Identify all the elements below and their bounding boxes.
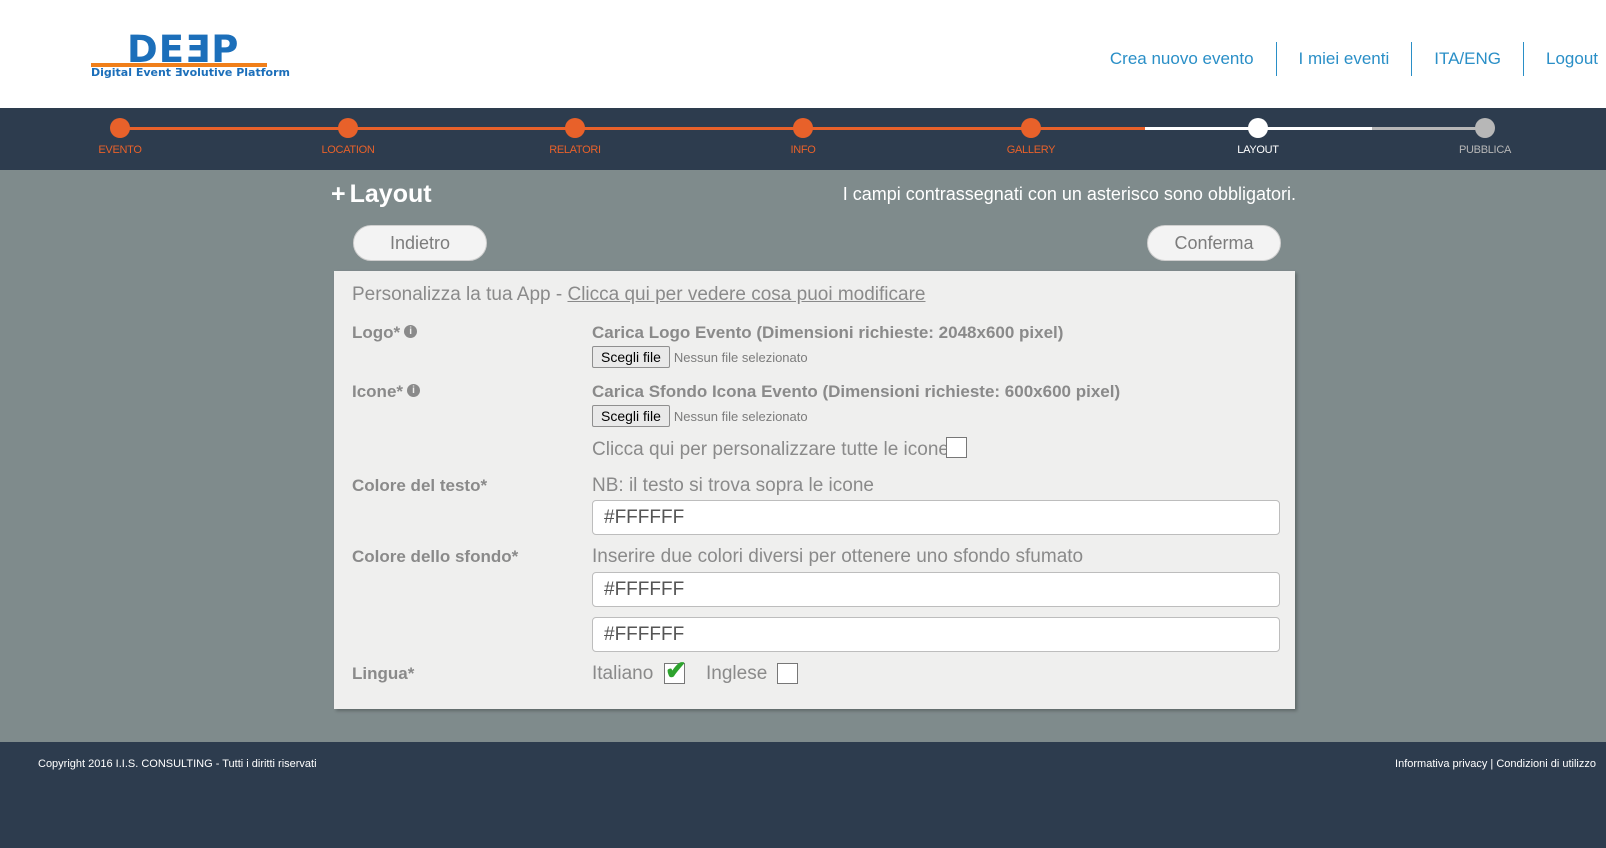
step-label: LOCATION [321,144,375,156]
top-nav: Crea nuovo evento I miei eventi ITA/ENG … [1088,42,1598,76]
confirm-button[interactable]: Conferma [1147,225,1281,261]
step-info[interactable]: INFO [743,108,863,156]
page-title-text: Layout [349,180,432,208]
nav-language-link[interactable]: ITA/ENG [1411,42,1523,76]
icons-upload-title: Carica Sfondo Icona Evento (Dimensioni r… [592,382,1121,401]
logo-label-text: Logo* [352,323,401,342]
expand-plus-icon: + [331,180,346,208]
step-label: GALLERY [1006,144,1056,156]
language-label: Lingua* [352,664,415,683]
nav-create-event-link[interactable]: Crea nuovo evento [1088,42,1276,76]
step-label: RELATORI [549,144,601,156]
nav-my-events-link[interactable]: I miei eventi [1275,42,1412,76]
bg-color-input-2[interactable] [592,617,1280,652]
required-fields-note: I campi contrassegnati con un asterisco … [842,184,1296,204]
step-label: LAYOUT [1237,144,1279,156]
footer: Copyright 2016 I.I.S. CONSULTING - Tutti… [0,742,1606,848]
logo-file-input: Scegli file Nessun file selezionato [592,346,808,368]
logo-tagline: Digital Event Ǝvolutive Platform [91,66,290,79]
logo-label: Logo* i [352,323,418,343]
terms-link[interactable]: Condizioni di utilizzo [1496,758,1596,770]
icons-file-status: Nessun file selezionato [673,408,808,424]
step-dot [793,118,813,138]
step-label: PUBBLICA [1458,144,1511,156]
info-icon[interactable]: i [404,325,418,339]
step-gallery[interactable]: GALLERY [971,108,1091,156]
form-intro: Personalizza la tua App - Clicca qui per… [352,284,925,306]
english-label: Inglese [706,663,768,684]
icons-label: Icone* i [352,382,421,402]
footer-links: Informativa privacy | Condizioni di util… [1395,758,1596,770]
text-color-input[interactable] [592,500,1280,535]
step-dot [1475,118,1495,138]
step-dot [338,118,358,138]
step-dot [565,118,585,138]
text-color-note: NB: il testo si trova sopra le icone [592,475,874,496]
icons-file-input: Scegli file Nessun file selezionato [592,405,808,427]
step-pubblica[interactable]: PUBBLICA [1425,108,1545,156]
step-location[interactable]: LOCATION [288,108,408,156]
footer-separator: | [1487,758,1497,770]
icons-label-text: Icone* [352,382,404,401]
info-icon[interactable]: i [407,384,421,398]
bg-color-note: Inserire due colori diversi per ottenere… [592,546,1084,567]
copyright-text: Copyright 2016 I.I.S. CONSULTING - Tutti… [38,758,317,770]
step-label: INFO [790,144,816,156]
customize-icons-checkbox[interactable] [946,437,967,458]
logo-choose-file-button[interactable]: Scegli file [592,346,670,368]
bg-color-input-1[interactable] [592,572,1280,607]
step-dot [1248,118,1268,138]
layout-form-panel: Personalizza la tua App - Clicca qui per… [334,271,1295,709]
header: DEƎP Digital Event Ǝvolutive Platform Cr… [0,0,1606,108]
step-evento[interactable]: EVENTO [60,108,180,156]
step-dot [1021,118,1041,138]
deep-logo[interactable]: DEƎP Digital Event Ǝvolutive Platform [91,28,290,80]
step-dot [110,118,130,138]
logo-upload-title: Carica Logo Evento (Dimensioni richieste… [592,323,1064,342]
bg-color-label: Colore dello sfondo* [352,547,519,566]
page-title: + Layout [331,180,432,209]
privacy-link[interactable]: Informativa privacy [1395,758,1487,770]
logo-file-status: Nessun file selezionato [673,349,808,365]
logo-word: DEƎP [127,28,240,71]
wizard-stepper: EVENTO LOCATION RELATORI INFO GALLERY LA… [0,108,1606,170]
english-checkbox[interactable] [777,663,798,684]
back-button[interactable]: Indietro [353,225,487,261]
customize-icons-label: Clicca qui per personalizzare tutte le i… [592,439,949,460]
icons-choose-file-button[interactable]: Scegli file [592,405,670,427]
step-relatori[interactable]: RELATORI [515,108,635,156]
step-layout[interactable]: LAYOUT [1198,108,1318,156]
italian-checkbox[interactable] [664,655,687,686]
text-color-label: Colore del testo* [352,476,488,495]
customization-help-link[interactable]: Clicca qui per vedere cosa puoi modifica… [567,284,925,305]
form-intro-text: Personalizza la tua App - [352,284,568,305]
italian-label: Italiano [592,663,654,684]
nav-logout-link[interactable]: Logout [1523,42,1598,76]
step-label: EVENTO [98,144,142,156]
